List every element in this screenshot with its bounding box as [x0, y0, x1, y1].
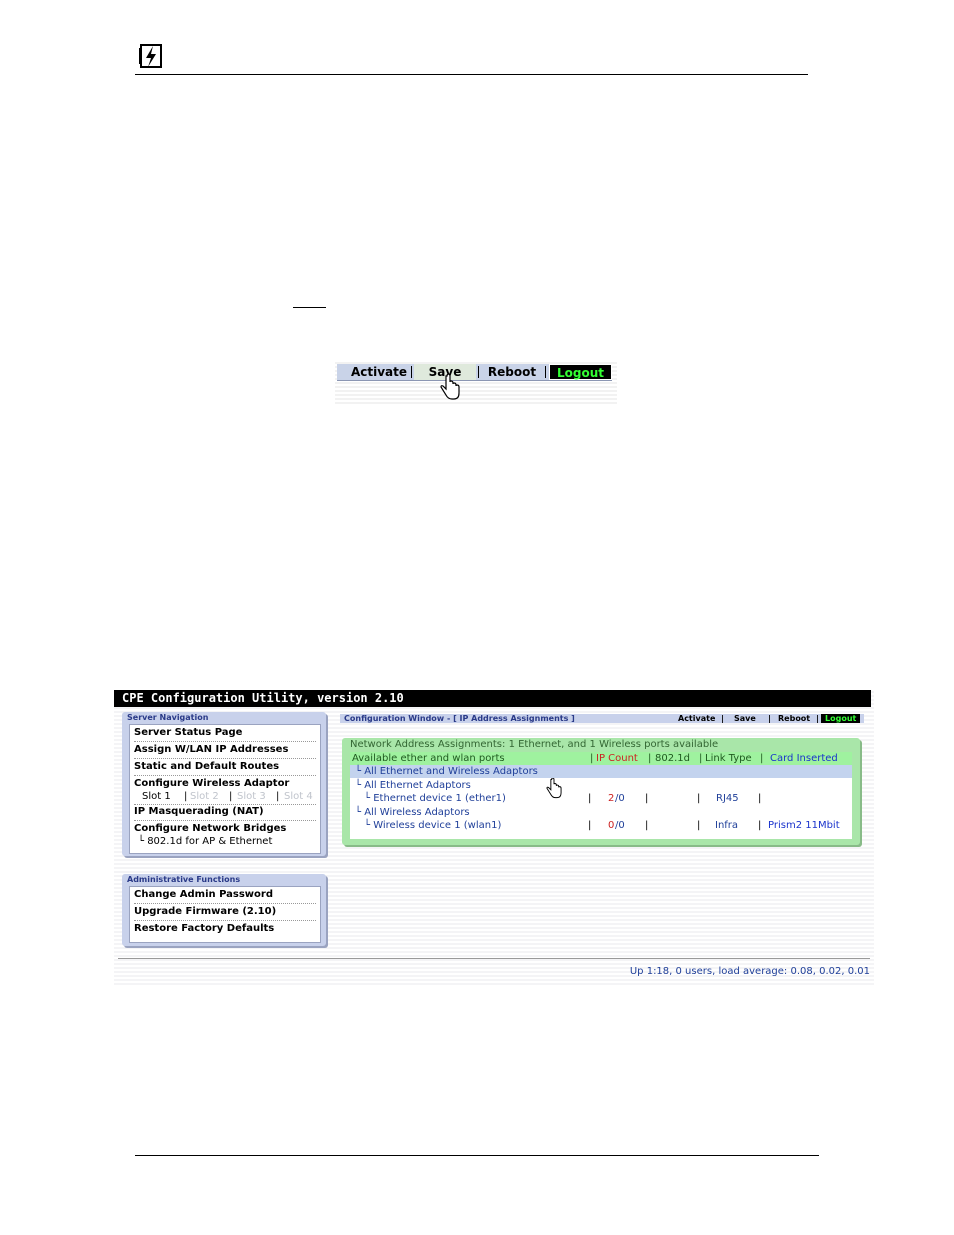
separator: |	[588, 820, 592, 831]
header-rule	[135, 74, 808, 75]
table-row[interactable]: └ All Wireless Adaptors	[350, 806, 852, 819]
row-wlan1[interactable]: └ Wireless device 1 (wlan1)	[364, 819, 501, 832]
col-8021d: 802.1d	[655, 753, 690, 764]
ether1-ip-total: /0	[615, 793, 625, 804]
underline-mark	[293, 307, 326, 308]
divider	[134, 741, 316, 742]
logout-button[interactable]: Logout	[549, 364, 612, 380]
separator: |	[760, 753, 764, 764]
nav-ip-masquerading[interactable]: IP Masquerading (NAT)	[134, 805, 264, 819]
divider	[134, 775, 316, 776]
nav-bridge-8021d[interactable]: └ 802.1d for AP & Ethernet	[138, 836, 272, 848]
separator: |	[276, 791, 280, 802]
col-link-type: Link Type	[705, 753, 752, 764]
config-window-label: Configuration Window - [ IP Address Assi…	[344, 714, 575, 723]
table-header: Available ether and wlan ports | IP Coun…	[350, 752, 852, 765]
save-button[interactable]: Save	[734, 714, 756, 723]
table-row[interactable]: └ Ethernet device 1 (ether1) | 2 /0 | | …	[350, 792, 852, 805]
footer-rule	[135, 1155, 819, 1156]
separator: |	[184, 791, 188, 802]
separator: |	[697, 820, 701, 831]
slot-4-link[interactable]: Slot 4	[284, 791, 313, 803]
separator: |	[645, 793, 649, 804]
separator: |	[758, 820, 762, 831]
separator	[478, 366, 479, 378]
cpe-utility-screenshot: CPE Configuration Utility, version 2.10 …	[114, 690, 874, 985]
col-ip-count: IP Count	[596, 753, 638, 764]
separator: |	[588, 793, 592, 804]
separator: |	[699, 753, 703, 764]
ether1-ip-used: 2	[608, 793, 615, 804]
network-title: Network Address Assignments: 1 Ethernet,…	[350, 739, 719, 750]
footer-rule	[118, 958, 870, 959]
panel-body: Change Admin Password Upgrade Firmware (…	[129, 886, 321, 943]
logout-button[interactable]: Logout	[821, 714, 861, 723]
hand-cursor-icon	[440, 374, 460, 400]
table-row[interactable]: └ All Ethernet Adaptors	[350, 779, 852, 792]
nav-static-routes[interactable]: Static and Default Routes	[134, 760, 279, 774]
separator: |	[590, 753, 594, 764]
separator: |	[768, 714, 771, 723]
nav-configure-wireless[interactable]: Configure Wireless Adaptor	[134, 777, 289, 791]
separator: |	[645, 820, 649, 831]
ether1-link-type: RJ45	[716, 793, 739, 804]
wlan1-link-type: Infra	[715, 820, 739, 831]
nav-network-bridges[interactable]: Configure Network Bridges	[134, 822, 286, 836]
separator	[545, 366, 546, 378]
separator: |	[721, 714, 724, 723]
slot-2-link[interactable]: Slot 2	[190, 791, 219, 803]
toolbar-figure: Activate Save Reboot Logout	[335, 360, 617, 404]
panel-title: Server Navigation	[127, 713, 209, 722]
divider	[134, 820, 316, 821]
table-row[interactable]: └ All Ethernet and Wireless Adaptors	[350, 765, 852, 778]
slot-3-link[interactable]: Slot 3	[237, 791, 266, 803]
separator: |	[816, 714, 819, 723]
divider	[134, 920, 316, 921]
divider	[134, 758, 316, 759]
nav-upgrade-firmware[interactable]: Upgrade Firmware (2.10)	[134, 905, 276, 919]
nav-restore-defaults[interactable]: Restore Factory Defaults	[134, 922, 274, 936]
table-row[interactable]: └ Wireless device 1 (wlan1) | 0 /0 | | I…	[350, 819, 852, 832]
col-ports: Available ether and wlan ports	[352, 753, 505, 764]
separator: |	[697, 793, 701, 804]
hand-cursor-icon	[546, 778, 562, 799]
app-title: CPE Configuration Utility, version 2.10	[114, 690, 871, 707]
separator: |	[648, 753, 652, 764]
reboot-button[interactable]: Reboot	[483, 364, 541, 380]
separator: |	[758, 793, 762, 804]
activate-button[interactable]: Activate	[678, 714, 715, 723]
wlan1-card: Prism2 11Mbit	[768, 820, 840, 831]
row-ether1[interactable]: └ Ethernet device 1 (ether1)	[364, 792, 506, 805]
config-window-bar: Configuration Window - [ IP Address Assi…	[340, 714, 864, 723]
panel-body: Server Status Page Assign W/LAN IP Addre…	[129, 724, 321, 854]
status-line: Up 1:18, 0 users, load average: 0.08, 0.…	[629, 966, 870, 977]
server-navigation-panel: Server Navigation Server Status Page Ass…	[122, 712, 326, 856]
network-assignments-panel: Network Address Assignments: 1 Ethernet,…	[342, 738, 860, 845]
divider	[134, 903, 316, 904]
separator	[411, 366, 412, 378]
col-card-inserted: Card Inserted	[770, 753, 838, 764]
ports-table: Available ether and wlan ports | IP Coun…	[350, 752, 852, 839]
separator: |	[229, 791, 233, 802]
nav-assign-ip[interactable]: Assign W/LAN IP Addresses	[134, 743, 288, 757]
wlan1-ip-total: /0	[615, 820, 625, 831]
row-all-ethernet[interactable]: └ All Ethernet Adaptors	[355, 779, 471, 792]
nav-server-status[interactable]: Server Status Page	[134, 726, 242, 740]
lightning-logo-icon	[139, 44, 162, 68]
admin-functions-panel: Administrative Functions Change Admin Pa…	[122, 874, 326, 946]
activate-button[interactable]: Activate	[347, 364, 411, 380]
panel-title: Administrative Functions	[127, 875, 241, 884]
reboot-button[interactable]: Reboot	[778, 714, 810, 723]
row-all-adaptors[interactable]: └ All Ethernet and Wireless Adaptors	[355, 765, 538, 778]
row-all-wireless[interactable]: └ All Wireless Adaptors	[355, 806, 470, 819]
command-bar: Activate Save Reboot Logout	[337, 364, 612, 381]
slot-1-link[interactable]: Slot 1	[142, 791, 171, 803]
nav-change-password[interactable]: Change Admin Password	[134, 888, 273, 902]
wlan1-ip-used: 0	[608, 820, 615, 831]
